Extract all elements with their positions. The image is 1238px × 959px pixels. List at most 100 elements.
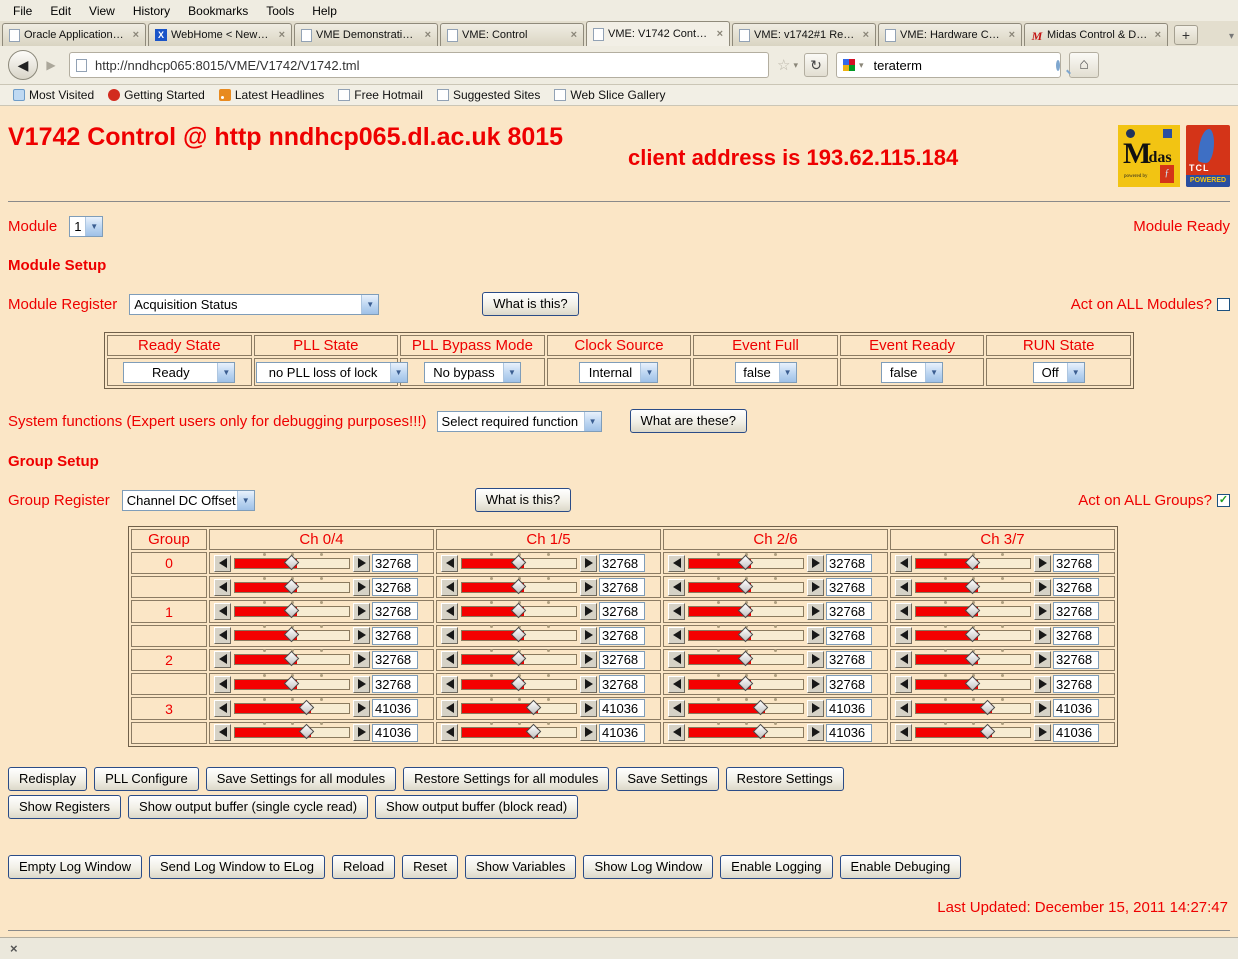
- slider-decrement-button[interactable]: [895, 700, 912, 717]
- dc-offset-slider[interactable]: [461, 558, 577, 569]
- slider-decrement-button[interactable]: [895, 724, 912, 741]
- dc-offset-value-input[interactable]: [599, 554, 645, 572]
- dc-offset-value-input[interactable]: [826, 554, 872, 572]
- dc-offset-value-input[interactable]: [599, 699, 645, 717]
- dc-offset-value-input[interactable]: [1053, 675, 1099, 693]
- slider-increment-button[interactable]: [807, 555, 824, 572]
- url-bar[interactable]: [69, 52, 769, 78]
- menu-view[interactable]: View: [80, 1, 124, 21]
- browser-tab[interactable]: Oracle Applications ...×: [2, 23, 146, 46]
- slider-increment-button[interactable]: [353, 676, 370, 693]
- slider-decrement-button[interactable]: [668, 700, 685, 717]
- act-all-groups-checkbox[interactable]: [1217, 494, 1230, 507]
- home-button[interactable]: ⌂: [1069, 52, 1099, 78]
- clock-source-select[interactable]: Internal▼: [579, 362, 658, 383]
- module-select[interactable]: 1▼: [69, 216, 103, 237]
- menu-tools[interactable]: Tools: [257, 1, 303, 21]
- bookmark-item[interactable]: Latest Headlines: [212, 86, 331, 104]
- dc-offset-value-input[interactable]: [826, 651, 872, 669]
- slider-decrement-button[interactable]: [668, 651, 685, 668]
- reset-button[interactable]: Reset: [402, 855, 458, 879]
- slider-decrement-button[interactable]: [441, 579, 458, 596]
- browser-tab[interactable]: VME Demonstration ...×: [294, 23, 438, 46]
- dc-offset-value-input[interactable]: [1053, 724, 1099, 742]
- bookmark-dropdown-icon[interactable]: ▾: [793, 60, 802, 71]
- dc-offset-slider[interactable]: [915, 679, 1031, 690]
- dc-offset-slider[interactable]: [234, 654, 350, 665]
- slider-decrement-button[interactable]: [895, 603, 912, 620]
- slider-increment-button[interactable]: [580, 627, 597, 644]
- browser-tab[interactable]: VME: Hardware Con...×: [878, 23, 1022, 46]
- bookmark-star-icon[interactable]: ☆: [769, 56, 793, 74]
- save-settings-button[interactable]: Save Settings: [616, 767, 718, 791]
- dc-offset-value-input[interactable]: [826, 724, 872, 742]
- slider-decrement-button[interactable]: [895, 676, 912, 693]
- slider-decrement-button[interactable]: [668, 627, 685, 644]
- what-are-these-button[interactable]: What are these?: [630, 409, 747, 433]
- dc-offset-slider[interactable]: [915, 703, 1031, 714]
- bookmark-item[interactable]: Free Hotmail: [331, 86, 430, 104]
- dc-offset-value-input[interactable]: [1053, 699, 1099, 717]
- dc-offset-value-input[interactable]: [372, 554, 418, 572]
- tab-close-icon[interactable]: ×: [277, 29, 287, 41]
- slider-increment-button[interactable]: [353, 651, 370, 668]
- dc-offset-slider[interactable]: [461, 606, 577, 617]
- slider-decrement-button[interactable]: [214, 555, 231, 572]
- run-state-select[interactable]: Off▼: [1033, 362, 1085, 383]
- empty-log-window-button[interactable]: Empty Log Window: [8, 855, 142, 879]
- pll-state-select[interactable]: no PLL loss of lock▼: [256, 362, 408, 383]
- browser-tab[interactable]: XWebHome < News ...×: [148, 23, 292, 46]
- slider-increment-button[interactable]: [353, 603, 370, 620]
- dc-offset-value-input[interactable]: [1053, 578, 1099, 596]
- dc-offset-slider[interactable]: [461, 630, 577, 641]
- dc-offset-value-input[interactable]: [1053, 602, 1099, 620]
- system-functions-select[interactable]: Select required function▼: [437, 411, 602, 432]
- browser-tab[interactable]: MMidas Control & Dat...×: [1024, 23, 1168, 46]
- menu-edit[interactable]: Edit: [41, 1, 80, 21]
- slider-decrement-button[interactable]: [214, 579, 231, 596]
- dc-offset-value-input[interactable]: [372, 627, 418, 645]
- dc-offset-slider[interactable]: [461, 654, 577, 665]
- menu-help[interactable]: Help: [303, 1, 346, 21]
- slider-increment-button[interactable]: [1034, 627, 1051, 644]
- dc-offset-value-input[interactable]: [599, 651, 645, 669]
- menu-bookmarks[interactable]: Bookmarks: [179, 1, 257, 21]
- slider-decrement-button[interactable]: [668, 555, 685, 572]
- slider-increment-button[interactable]: [580, 555, 597, 572]
- enable-debuging-button[interactable]: Enable Debuging: [840, 855, 962, 879]
- enable-logging-button[interactable]: Enable Logging: [720, 855, 832, 879]
- show-log-window-button[interactable]: Show Log Window: [583, 855, 713, 879]
- dc-offset-value-input[interactable]: [826, 578, 872, 596]
- search-input[interactable]: [872, 57, 1052, 74]
- search-engine-dropdown-icon[interactable]: ▾: [859, 60, 868, 71]
- slider-increment-button[interactable]: [807, 603, 824, 620]
- menu-history[interactable]: History: [124, 1, 179, 21]
- module-register-select[interactable]: Acquisition Status▼: [129, 294, 379, 315]
- slider-decrement-button[interactable]: [895, 651, 912, 668]
- slider-decrement-button[interactable]: [668, 579, 685, 596]
- reload-button[interactable]: Reload: [332, 855, 395, 879]
- slider-increment-button[interactable]: [580, 579, 597, 596]
- slider-decrement-button[interactable]: [441, 724, 458, 741]
- dc-offset-value-input[interactable]: [826, 627, 872, 645]
- restore-settings-button[interactable]: Restore Settings: [726, 767, 844, 791]
- slider-increment-button[interactable]: [807, 627, 824, 644]
- dc-offset-value-input[interactable]: [372, 675, 418, 693]
- slider-increment-button[interactable]: [1034, 651, 1051, 668]
- bookmark-item[interactable]: Most Visited: [6, 86, 101, 104]
- redisplay-button[interactable]: Redisplay: [8, 767, 87, 791]
- dc-offset-value-input[interactable]: [372, 699, 418, 717]
- slider-increment-button[interactable]: [353, 579, 370, 596]
- close-icon[interactable]: ×: [10, 941, 18, 956]
- slider-decrement-button[interactable]: [214, 724, 231, 741]
- slider-increment-button[interactable]: [580, 724, 597, 741]
- dc-offset-slider[interactable]: [915, 606, 1031, 617]
- restore-settings-for-all-modules-button[interactable]: Restore Settings for all modules: [403, 767, 609, 791]
- search-icon[interactable]: [1056, 60, 1060, 71]
- act-all-modules-checkbox[interactable]: [1217, 298, 1230, 311]
- slider-increment-button[interactable]: [353, 627, 370, 644]
- event-ready-select[interactable]: false▼: [881, 362, 943, 383]
- dc-offset-slider[interactable]: [461, 727, 577, 738]
- dc-offset-slider[interactable]: [461, 703, 577, 714]
- dc-offset-slider[interactable]: [234, 558, 350, 569]
